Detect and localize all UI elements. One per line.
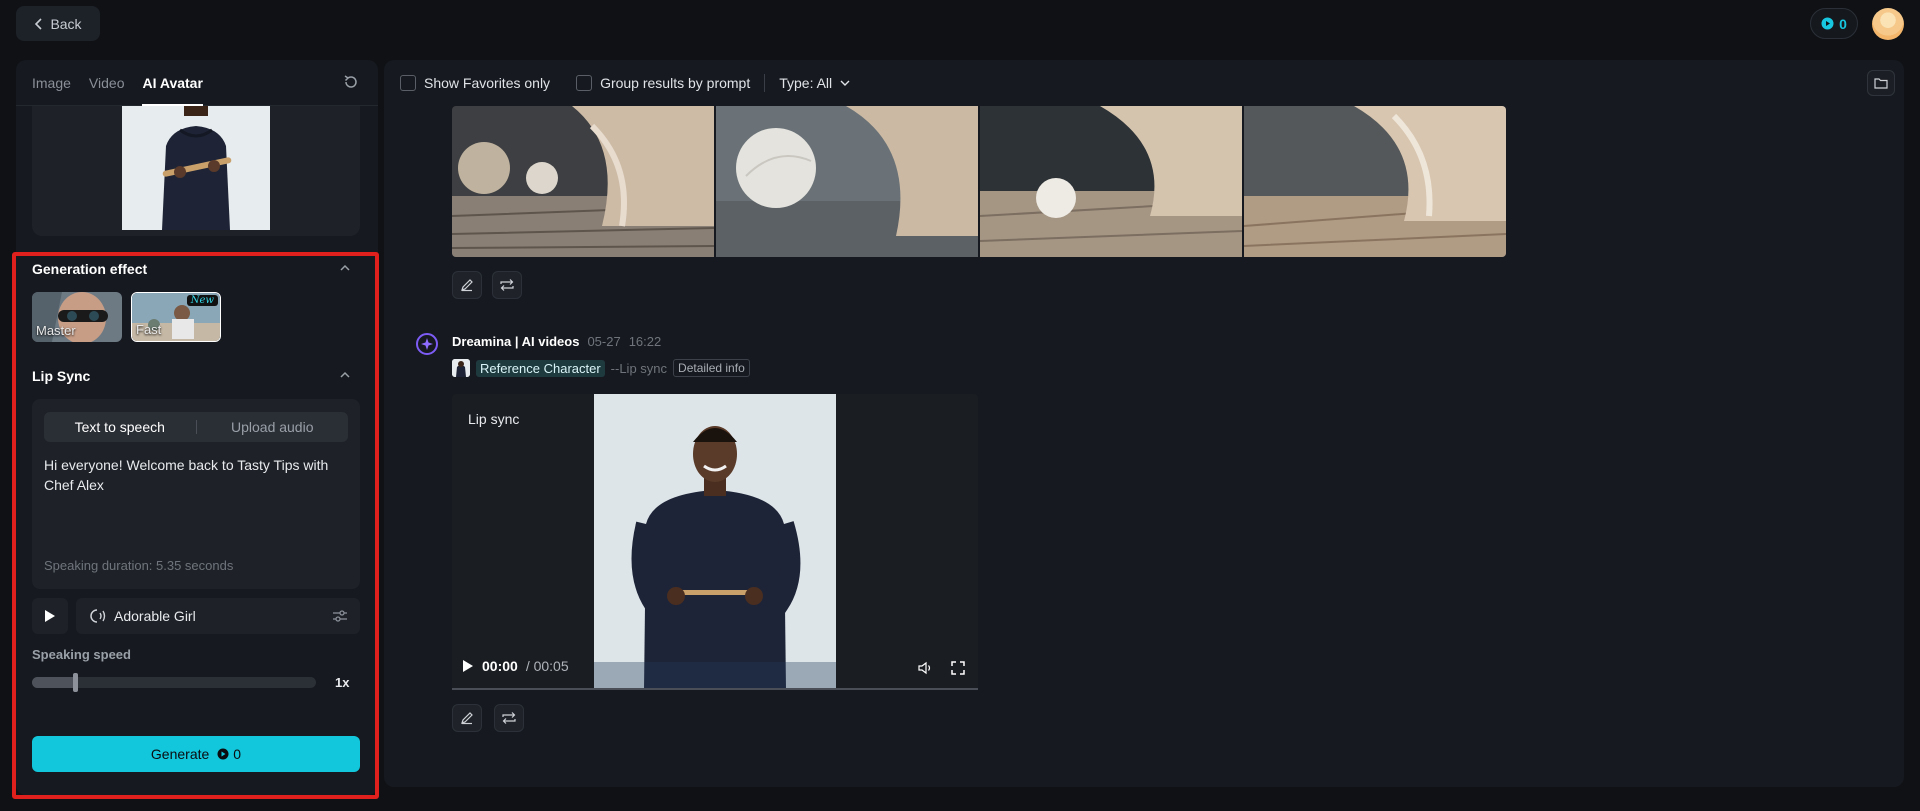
play-icon[interactable] bbox=[462, 659, 474, 673]
back-button[interactable]: Back bbox=[16, 6, 100, 41]
speech-text-input[interactable]: Hi everyone! Welcome back to Tasty Tips … bbox=[44, 455, 344, 495]
voice-icon bbox=[88, 608, 106, 624]
voice-settings-icon[interactable] bbox=[332, 609, 348, 623]
results-toolbar: Show Favorites only Group results by pro… bbox=[400, 72, 850, 94]
speaking-speed-label: Speaking speed bbox=[32, 647, 131, 662]
chevron-up-icon[interactable] bbox=[339, 263, 351, 273]
message-date: 05-27 bbox=[587, 334, 621, 349]
toolbar-divider bbox=[764, 74, 766, 92]
repeat-icon bbox=[501, 711, 517, 725]
message-author: Dreamina | AI videos bbox=[452, 334, 580, 349]
result-image[interactable] bbox=[980, 106, 1242, 257]
speed-value: 1x bbox=[335, 675, 350, 690]
folder-button[interactable] bbox=[1867, 70, 1895, 96]
regenerate-button[interactable] bbox=[494, 704, 524, 732]
repeat-icon bbox=[499, 278, 515, 292]
mode-tabs: Image Video AI Avatar bbox=[16, 60, 378, 106]
tab-video[interactable]: Video bbox=[89, 60, 125, 106]
video-current-time: 00:00 bbox=[482, 658, 518, 674]
credits-badge[interactable]: 0 bbox=[1810, 8, 1858, 39]
chevron-up-icon[interactable] bbox=[339, 370, 351, 380]
speaking-duration: Speaking duration: 5.35 seconds bbox=[44, 558, 234, 573]
effect-option-master[interactable]: Master bbox=[32, 292, 122, 342]
prompt-row: Reference Character --Lip sync Detailed … bbox=[452, 359, 750, 377]
generation-effect-title: Generation effect bbox=[32, 261, 148, 277]
result-image[interactable] bbox=[716, 106, 978, 257]
generate-cost-value: 0 bbox=[233, 746, 242, 762]
speed-slider-fill bbox=[32, 677, 75, 688]
regenerate-button[interactable] bbox=[492, 271, 522, 299]
video-frame bbox=[594, 394, 836, 690]
folder-icon bbox=[1874, 77, 1888, 89]
back-label: Back bbox=[50, 15, 82, 32]
credit-coin-icon bbox=[1821, 17, 1834, 30]
edit-button[interactable] bbox=[452, 704, 482, 732]
generate-button[interactable]: Generate 0 bbox=[32, 736, 360, 772]
detailed-info-button[interactable]: Detailed info bbox=[673, 359, 750, 377]
video-label: Lip sync bbox=[468, 411, 520, 427]
pencil-icon bbox=[460, 711, 474, 725]
pencil-icon bbox=[460, 278, 474, 292]
result-image[interactable] bbox=[1244, 106, 1506, 257]
fullscreen-icon[interactable] bbox=[951, 661, 965, 675]
play-icon bbox=[44, 609, 56, 623]
group-label[interactable]: Group results by prompt bbox=[600, 75, 750, 91]
credits-count: 0 bbox=[1839, 15, 1847, 32]
tab-image[interactable]: Image bbox=[32, 60, 71, 106]
type-filter[interactable]: Type: All bbox=[779, 75, 832, 91]
voice-selector[interactable]: Adorable Girl bbox=[76, 598, 360, 634]
reference-character-image[interactable] bbox=[122, 106, 270, 230]
group-checkbox[interactable] bbox=[576, 75, 593, 91]
generate-cost: 0 bbox=[217, 746, 241, 762]
text-to-speech-tab[interactable]: Text to speech bbox=[44, 419, 196, 435]
prompt-mode: --Lip sync bbox=[610, 360, 668, 376]
dreamina-logo-icon bbox=[416, 333, 438, 355]
effect-label-fast: Fast bbox=[136, 322, 162, 337]
credit-coin-icon bbox=[217, 748, 229, 760]
reset-icon[interactable] bbox=[343, 74, 359, 90]
reference-thumbnail bbox=[452, 359, 470, 377]
effect-label-master: Master bbox=[36, 323, 76, 338]
voice-preview-button[interactable] bbox=[32, 598, 68, 634]
voice-name: Adorable Girl bbox=[114, 608, 196, 624]
chevron-down-icon[interactable] bbox=[840, 79, 850, 87]
reference-character-tag[interactable]: Reference Character bbox=[476, 359, 605, 377]
chevron-left-icon bbox=[34, 17, 44, 30]
volume-icon[interactable] bbox=[918, 661, 934, 675]
video-total-time: / 00:05 bbox=[525, 658, 569, 674]
message-header: Dreamina | AI videos 05-27 16:22 bbox=[452, 334, 661, 349]
video-controls: 00:00 / 00:05 bbox=[462, 658, 569, 674]
edit-button[interactable] bbox=[452, 271, 482, 299]
video-progress-bar[interactable] bbox=[452, 688, 978, 690]
user-avatar[interactable] bbox=[1872, 8, 1904, 40]
lip-sync-title: Lip Sync bbox=[32, 368, 91, 384]
favorites-checkbox[interactable] bbox=[400, 75, 416, 91]
speed-slider-handle[interactable] bbox=[72, 673, 78, 692]
generate-label: Generate bbox=[150, 746, 210, 762]
favorites-label[interactable]: Show Favorites only bbox=[424, 75, 550, 91]
new-badge: New bbox=[186, 295, 218, 306]
result-image[interactable] bbox=[452, 106, 714, 257]
tab-ai-avatar[interactable]: AI Avatar bbox=[142, 60, 204, 106]
message-time: 16:22 bbox=[628, 334, 662, 349]
effect-option-fast[interactable]: New Fast bbox=[131, 292, 221, 342]
upload-audio-tab[interactable]: Upload audio bbox=[197, 419, 349, 435]
lip-sync-mode-toggle: Text to speech Upload audio bbox=[44, 412, 348, 442]
